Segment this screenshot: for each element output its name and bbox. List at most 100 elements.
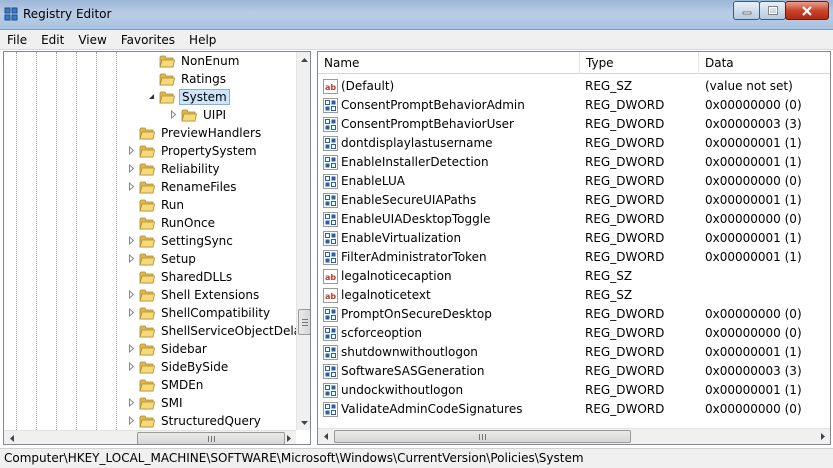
folder-icon — [139, 253, 155, 266]
list-item[interactable]: ConsentPromptBehaviorUser REG_DWORD 0x0000… — [318, 115, 830, 134]
collapsed-arrow-icon[interactable] — [127, 164, 136, 173]
scroll-right-arrow[interactable] — [815, 429, 830, 444]
list-item[interactable]: ab legalnoticetext REG_SZ — [318, 286, 830, 305]
list-item[interactable]: ConsentPromptBehaviorAdmin REG_DWORD 0x000… — [318, 96, 830, 115]
list-item[interactable]: SoftwareSASGeneration REG_DWORD 0x00000003… — [318, 362, 830, 381]
list-item[interactable]: ValidateAdminCodeSignatures REG_DWORD 0x00… — [318, 400, 830, 419]
binary-value-icon — [323, 307, 338, 322]
menu-help[interactable]: Help — [182, 30, 223, 50]
close-button[interactable] — [785, 1, 829, 20]
tree-horizontal-scrollbar[interactable] — [4, 430, 296, 444]
scroll-left-arrow[interactable] — [4, 431, 19, 444]
list-item[interactable]: EnableSecureUIAPaths REG_DWORD 0x00000001 … — [318, 191, 830, 210]
cell-name: EnableInstallerDetection — [341, 155, 489, 169]
folder-icon — [159, 55, 175, 68]
list-item[interactable]: undockwithoutlogon REG_DWORD 0x00000001 (1… — [318, 381, 830, 400]
tree-node-shellcompatibility[interactable]: ShellCompatibility — [4, 304, 296, 322]
column-header-type[interactable]: Type — [580, 52, 699, 74]
cell-type: REG_DWORD — [585, 98, 665, 112]
list-item[interactable]: PromptOnSecureDesktop REG_DWORD 0x00000000… — [318, 305, 830, 324]
list-item[interactable]: EnableUIADesktopToggle REG_DWORD 0x0000000… — [318, 210, 830, 229]
binary-value-icon — [323, 98, 338, 113]
collapsed-arrow-icon[interactable] — [127, 344, 136, 353]
list-item[interactable]: EnableLUA REG_DWORD 0x00000000 (0) — [318, 172, 830, 191]
collapsed-arrow-icon[interactable] — [127, 236, 136, 245]
expanded-arrow-icon[interactable] — [147, 92, 156, 101]
cell-name: ConsentPromptBehaviorUser — [341, 117, 514, 131]
tree-node-sidebar[interactable]: Sidebar — [4, 340, 296, 358]
cell-name: ConsentPromptBehaviorAdmin — [341, 98, 525, 112]
collapsed-arrow-icon[interactable] — [127, 146, 136, 155]
list-horizontal-scrollbar[interactable] — [318, 428, 830, 444]
values-list[interactable]: Name Type Data ab (Default) REG_SZ (value n… — [317, 51, 831, 445]
tree-content: NonEnum Ratings System UIPI PreviewHandlers P… — [4, 52, 296, 430]
list-item[interactable]: ab (Default) REG_SZ (value not set) — [318, 77, 830, 96]
tree-node-run[interactable]: Run — [4, 196, 296, 214]
tree-node-setup[interactable]: Setup — [4, 250, 296, 268]
tree-node-label: ShellServiceObjectDelayL — [161, 324, 296, 338]
collapsed-arrow-icon[interactable] — [169, 110, 178, 119]
tree-node-smden[interactable]: SMDEn — [4, 376, 296, 394]
cell-data: 0x00000001 (1) — [705, 383, 802, 397]
tree-node-reliability[interactable]: Reliability — [4, 160, 296, 178]
cell-data: 0x00000003 (3) — [705, 364, 802, 378]
title-bar[interactable]: Registry Editor — [0, 0, 833, 30]
collapsed-arrow-icon[interactable] — [127, 362, 136, 371]
list-item[interactable]: shutdownwithoutlogon REG_DWORD 0x00000001 … — [318, 343, 830, 362]
tree-node-smi[interactable]: SMI — [4, 394, 296, 412]
list-item[interactable]: EnableInstallerDetection REG_DWORD 0x00000… — [318, 153, 830, 172]
folder-icon — [159, 73, 175, 86]
column-header-data[interactable]: Data — [699, 52, 830, 74]
cell-type: REG_SZ — [585, 269, 633, 283]
tree-node-ratings[interactable]: Ratings — [4, 70, 296, 88]
cell-name: FilterAdministratorToken — [341, 250, 487, 264]
tree-node-propertysystem[interactable]: PropertySystem — [4, 142, 296, 160]
tree-node-renamefiles[interactable]: RenameFiles — [4, 178, 296, 196]
list-item[interactable]: ab legalnoticecaption REG_SZ — [318, 267, 830, 286]
menu-favorites[interactable]: Favorites — [114, 30, 182, 50]
collapsed-arrow-icon[interactable] — [127, 416, 136, 425]
column-header-name[interactable]: Name — [318, 52, 580, 74]
collapsed-arrow-icon[interactable] — [127, 398, 136, 407]
collapsed-arrow-icon[interactable] — [127, 308, 136, 317]
tree-node-uipi[interactable]: UIPI — [4, 106, 296, 124]
tree-node-shellserviceobjectdelayl[interactable]: ShellServiceObjectDelayL — [4, 322, 296, 340]
scroll-down-arrow[interactable] — [297, 415, 310, 430]
list-item[interactable]: FilterAdministratorToken REG_DWORD 0x00000… — [318, 248, 830, 267]
tree-node-label: SMI — [161, 396, 183, 410]
scroll-up-arrow[interactable] — [297, 52, 310, 67]
tree-vertical-scrollbar[interactable] — [296, 52, 310, 430]
menu-view[interactable]: View — [71, 30, 113, 50]
tree-node-runonce[interactable]: RunOnce — [4, 214, 296, 232]
folder-icon — [139, 379, 155, 392]
collapsed-arrow-icon[interactable] — [127, 254, 136, 263]
maximize-button[interactable] — [759, 1, 786, 20]
list-item[interactable]: dontdisplaylastusername REG_DWORD 0x000000… — [318, 134, 830, 153]
scroll-right-arrow[interactable] — [281, 431, 296, 444]
tree-node-label: SettingSync — [161, 234, 233, 248]
menu-file[interactable]: File — [0, 30, 34, 50]
tree-node-label: Setup — [161, 252, 196, 266]
string-value-icon: ab — [323, 288, 338, 303]
arrow-right-icon — [286, 435, 291, 442]
minimize-button[interactable] — [733, 1, 760, 20]
list-horizontal-scroll-thumb[interactable] — [334, 430, 631, 443]
tree-vertical-scroll-thumb[interactable] — [298, 309, 310, 335]
tree-node-shell-extensions[interactable]: Shell Extensions — [4, 286, 296, 304]
tree-horizontal-scroll-thumb[interactable] — [137, 432, 285, 444]
registry-tree[interactable]: NonEnum Ratings System UIPI PreviewHandlers P… — [3, 51, 311, 445]
tree-node-settingsync[interactable]: SettingSync — [4, 232, 296, 250]
collapsed-arrow-icon[interactable] — [127, 290, 136, 299]
collapsed-arrow-icon[interactable] — [127, 182, 136, 191]
tree-node-nonenum[interactable]: NonEnum — [4, 52, 296, 70]
tree-node-structuredquery[interactable]: StructuredQuery — [4, 412, 296, 430]
tree-node-sidebyside[interactable]: SideBySide — [4, 358, 296, 376]
scroll-left-arrow[interactable] — [318, 429, 333, 444]
tree-node-system[interactable]: System — [4, 88, 296, 106]
tree-node-shareddlls[interactable]: SharedDLLs — [4, 268, 296, 286]
list-item[interactable]: scforceoption REG_DWORD 0x00000000 (0) — [318, 324, 830, 343]
menu-edit[interactable]: Edit — [34, 30, 71, 50]
tree-node-previewhandlers[interactable]: PreviewHandlers — [4, 124, 296, 142]
list-item[interactable]: EnableVirtualization REG_DWORD 0x00000001 … — [318, 229, 830, 248]
folder-icon — [181, 109, 197, 122]
